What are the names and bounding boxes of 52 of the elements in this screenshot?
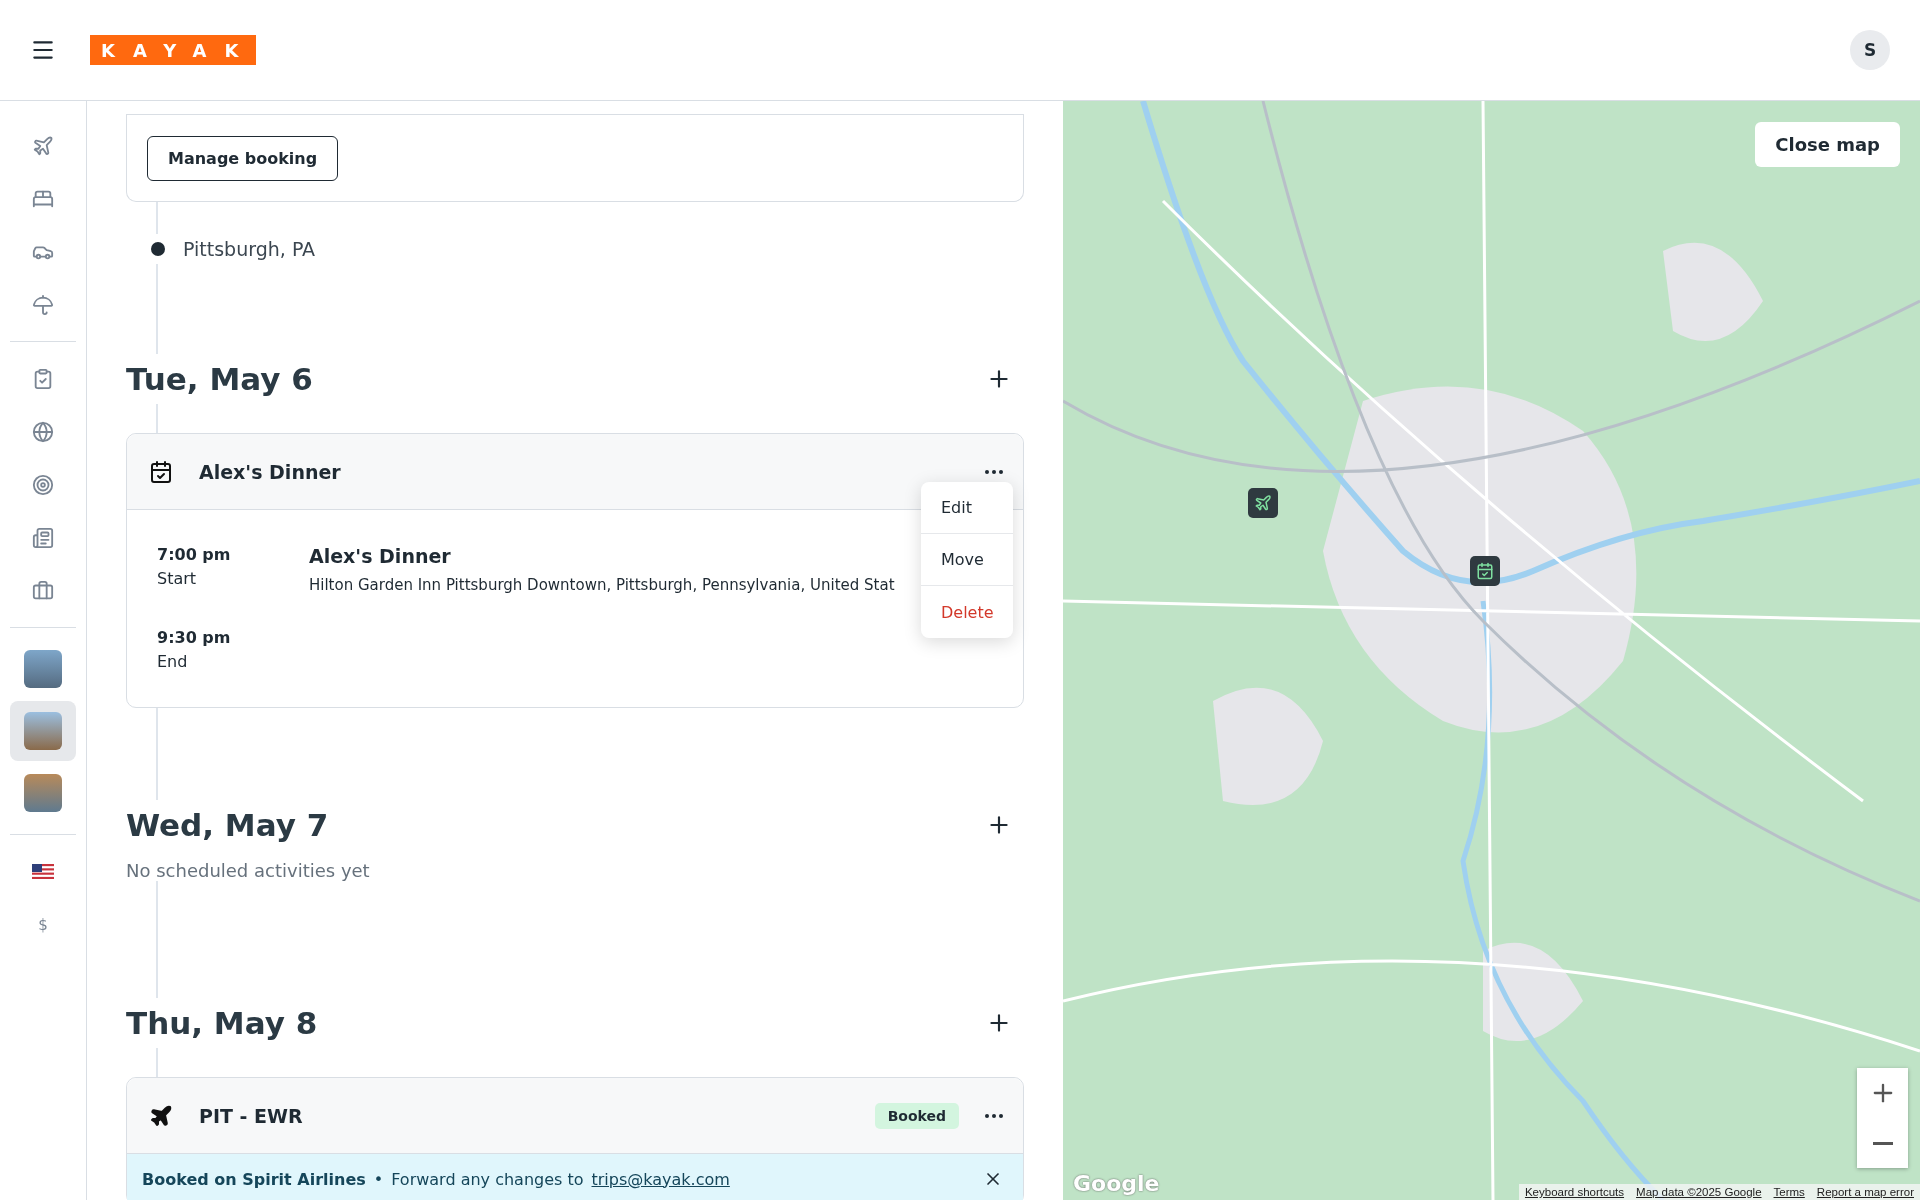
- event-title: Alex's Dinner: [199, 460, 341, 483]
- attribution-link[interactable]: Report a map error: [1810, 1184, 1920, 1200]
- separator-text: •: [373, 1169, 384, 1189]
- avatar[interactable]: S: [1850, 30, 1890, 70]
- plane-icon: [32, 134, 54, 157]
- menu-item[interactable]: Delete: [921, 586, 1013, 638]
- map-logo: Google: [1073, 1171, 1160, 1196]
- notice-text: Forward any changes to: [391, 1169, 584, 1189]
- plane-icon: [1254, 494, 1272, 512]
- attribution-link[interactable]: Keyboard shortcuts: [1518, 1184, 1631, 1200]
- currency-button[interactable]: $: [32, 898, 54, 951]
- plane-icon: [149, 1103, 173, 1128]
- end-time: 9:30 pm: [157, 628, 232, 647]
- more-button[interactable]: [985, 1113, 1003, 1118]
- more-button[interactable]: [985, 469, 1003, 474]
- manage-booking-button[interactable]: Manage booking: [147, 136, 339, 181]
- clipboard-check-icon: [32, 367, 54, 390]
- day-heading: Tue, May 6: [126, 361, 313, 397]
- close-map-button[interactable]: Close map: [1755, 122, 1900, 167]
- timeline-dot: [151, 242, 165, 256]
- event-title: PIT - EWR: [199, 1104, 303, 1127]
- event-address: Hilton Garden Inn Pittsburgh Downtown, Pittsburgh, Pennsylvania, United Stat: [309, 576, 895, 594]
- minus-icon: [1872, 1141, 1893, 1145]
- beach-umbrella-icon: [32, 293, 54, 316]
- event-name: Alex's Dinner: [309, 545, 451, 567]
- newspaper-icon: [32, 526, 54, 549]
- time-label: End: [157, 652, 189, 671]
- time-label: Start: [157, 569, 198, 588]
- attribution-link[interactable]: Map data ©2025 Google: [1630, 1184, 1768, 1200]
- more-icon: [985, 469, 1003, 474]
- start-time: 7:00 pm: [157, 545, 232, 564]
- target-icon: [32, 473, 54, 496]
- globe-icon: [32, 420, 54, 443]
- day-heading: Wed, May 7: [126, 807, 329, 843]
- airline-text: Booked on Spirit Airlines: [142, 1169, 366, 1189]
- empty-text: No scheduled activities yet: [126, 860, 371, 881]
- trip-button[interactable]: [10, 701, 76, 761]
- briefcase-icon: [32, 579, 54, 602]
- photo-placeholder: [24, 650, 62, 688]
- email-link[interactable]: trips@kayak.com: [591, 1169, 730, 1189]
- photo-placeholder: [24, 774, 62, 812]
- photo-placeholder: [24, 712, 62, 750]
- menu-item[interactable]: Move: [921, 534, 1013, 586]
- attribution-link[interactable]: Terms: [1767, 1184, 1811, 1200]
- flag-icon: [32, 864, 54, 879]
- calendar-icon: [149, 459, 173, 484]
- more-icon: [985, 1113, 1003, 1118]
- status-badge: Booked: [874, 1102, 959, 1129]
- location-text: Pittsburgh, PA: [183, 238, 316, 260]
- menu-item[interactable]: Edit: [921, 482, 1013, 534]
- day-heading: Thu, May 8: [126, 1005, 318, 1041]
- calendar-icon: [1476, 562, 1494, 580]
